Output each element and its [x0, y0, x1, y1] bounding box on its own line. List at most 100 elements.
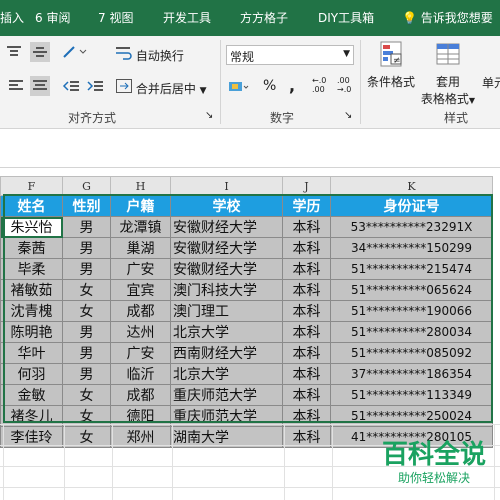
header-cell[interactable]: 身份证号 — [330, 195, 493, 217]
table-cell[interactable]: 褚敏茹 — [0, 279, 63, 301]
tab-review[interactable]: 6 审阅 — [35, 0, 70, 36]
table-cell[interactable]: 男 — [62, 237, 111, 259]
table-cell[interactable]: 34**********150299 — [330, 237, 493, 259]
table-cell[interactable]: 男 — [62, 363, 111, 385]
number-dialog-launcher[interactable]: ↘ — [344, 110, 352, 121]
table-cell[interactable]: 51**********190066 — [330, 300, 493, 322]
table-cell[interactable]: 安徽财经大学 — [170, 237, 283, 259]
column-header-h[interactable]: H — [110, 176, 171, 196]
table-cell[interactable]: 华叶 — [0, 342, 63, 364]
align-left-button[interactable] — [8, 78, 24, 97]
table-cell[interactable]: 本科 — [282, 258, 331, 280]
table-cell[interactable]: 51**********065624 — [330, 279, 493, 301]
table-cell[interactable]: 男 — [62, 258, 111, 280]
table-cell[interactable]: 金敏 — [0, 384, 63, 406]
table-cell[interactable]: 巢湖 — [110, 237, 171, 259]
table-cell[interactable]: 成都 — [110, 300, 171, 322]
align-middle-button[interactable] — [30, 42, 50, 62]
table-cell[interactable]: 成都 — [110, 384, 171, 406]
format-as-table-button[interactable]: 套用 表格格式▼ — [420, 40, 476, 107]
header-cell[interactable]: 性别 — [62, 195, 111, 217]
table-cell[interactable]: 男 — [62, 321, 111, 343]
table-cell[interactable]: 本科 — [282, 279, 331, 301]
table-cell[interactable]: 广安 — [110, 258, 171, 280]
table-cell[interactable]: 本科 — [282, 342, 331, 364]
dialog-launcher-icon: ↘ — [344, 110, 353, 121]
table-cell[interactable]: 广安 — [110, 342, 171, 364]
table-cell[interactable]: 男 — [62, 342, 111, 364]
grid-line — [3, 424, 4, 500]
table-cell[interactable]: 秦茜 — [0, 237, 63, 259]
header-cell[interactable]: 姓名 — [0, 195, 63, 217]
table-cell[interactable]: 北京大学 — [170, 363, 283, 385]
percent-style-button[interactable]: % — [263, 78, 276, 94]
table-cell[interactable]: 51**********085092 — [330, 342, 493, 364]
align-top-icon — [7, 46, 21, 56]
comma-style-button[interactable]: , — [289, 76, 295, 95]
accounting-format-button[interactable] — [228, 79, 250, 98]
increase-decimal-button[interactable]: ←.0 .00 — [312, 76, 326, 94]
column-header-f[interactable]: F — [0, 176, 63, 196]
wrap-text-button[interactable]: 自动换行 — [116, 46, 184, 64]
orientation-button[interactable] — [62, 43, 88, 62]
tell-me-search[interactable]: 💡 告诉我您想要 — [402, 0, 493, 36]
table-cell[interactable]: 51**********215474 — [330, 258, 493, 280]
tab-diy-toolbox[interactable]: DIY工具箱 — [318, 0, 374, 36]
alignment-dialog-launcher[interactable]: ↘ — [205, 110, 213, 121]
table-cell[interactable]: 本科 — [282, 384, 331, 406]
tab-insert-partial[interactable]: 插入 — [0, 0, 24, 36]
header-cell[interactable]: 学校 — [170, 195, 283, 217]
table-cell[interactable]: 本科 — [282, 237, 331, 259]
table-cell[interactable]: 龙潭镇 — [110, 216, 171, 238]
column-header-g[interactable]: G — [62, 176, 111, 196]
table-cell[interactable]: 宜宾 — [110, 279, 171, 301]
chevron-down-icon[interactable]: ▼ — [200, 86, 207, 96]
align-center-button[interactable] — [30, 76, 50, 96]
table-cell[interactable]: 何羽 — [0, 363, 63, 385]
table-cell[interactable]: 重庆师范大学 — [170, 384, 283, 406]
tab-fangfang[interactable]: 方方格子 — [240, 0, 288, 36]
currency-icon — [229, 82, 249, 91]
header-cell[interactable]: 户籍 — [110, 195, 171, 217]
table-cell[interactable]: 本科 — [282, 300, 331, 322]
table-cell[interactable]: 女 — [62, 300, 111, 322]
cell-styles-button[interactable]: 单元 — [482, 74, 500, 91]
table-cell[interactable]: 53**********23291X — [330, 216, 493, 238]
tab-developer[interactable]: 开发工具 — [163, 0, 211, 36]
merge-center-button[interactable]: 合并后居中 ▼ — [116, 79, 207, 97]
table-cell[interactable]: 澳门科技大学 — [170, 279, 283, 301]
number-format-dropdown[interactable]: 常规 ▼ — [226, 45, 354, 65]
decrease-indent-button[interactable] — [62, 78, 80, 97]
column-header-i[interactable]: I — [170, 176, 283, 196]
table-cell[interactable]: 临沂 — [110, 363, 171, 385]
table-cell[interactable]: 本科 — [282, 363, 331, 385]
table-cell[interactable]: 37**********186354 — [330, 363, 493, 385]
decrease-decimal-button[interactable]: .00 →.0 — [337, 76, 351, 94]
table-cell[interactable]: 51**********280034 — [330, 321, 493, 343]
table-cell[interactable]: 达州 — [110, 321, 171, 343]
table-cell[interactable]: 沈青槐 — [0, 300, 63, 322]
column-header-j[interactable]: J — [282, 176, 331, 196]
table-cell[interactable]: 毕柔 — [0, 258, 63, 280]
table-cell[interactable]: 男 — [62, 216, 111, 238]
table-cell[interactable]: 澳门理工 — [170, 300, 283, 322]
table-cell[interactable]: 朱兴怡 — [0, 216, 63, 238]
conditional-format-button[interactable]: ≠ 条件格式 — [366, 40, 416, 90]
table-cell[interactable]: 51**********113349 — [330, 384, 493, 406]
table-cell[interactable]: 本科 — [282, 321, 331, 343]
table-cell[interactable]: 本科 — [282, 216, 331, 238]
table-cell[interactable]: 北京大学 — [170, 321, 283, 343]
tab-label: DIY工具箱 — [318, 11, 375, 25]
column-header-k[interactable]: K — [330, 176, 493, 196]
table-cell[interactable]: 安徽财经大学 — [170, 258, 283, 280]
header-cell[interactable]: 学历 — [282, 195, 331, 217]
tab-view[interactable]: 7 视图 — [98, 0, 133, 36]
table-cell[interactable]: 女 — [62, 384, 111, 406]
align-top-button[interactable] — [6, 44, 22, 63]
number-format-value: 常规 — [230, 50, 255, 64]
table-cell[interactable]: 西南财经大学 — [170, 342, 283, 364]
table-cell[interactable]: 安徽财经大学 — [170, 216, 283, 238]
increase-indent-button[interactable] — [86, 78, 104, 97]
table-cell[interactable]: 女 — [62, 279, 111, 301]
table-cell[interactable]: 陈明艳 — [0, 321, 63, 343]
